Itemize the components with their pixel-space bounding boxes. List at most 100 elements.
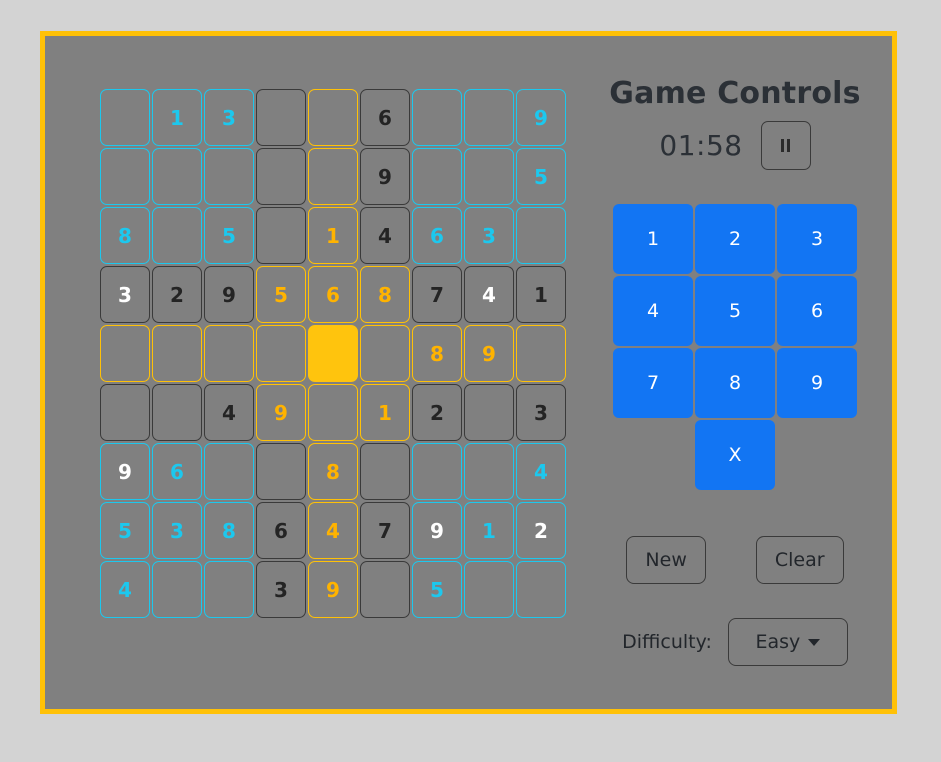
cell-r7-c1[interactable]: 9 bbox=[100, 443, 150, 500]
cell-r7-c5[interactable]: 8 bbox=[308, 443, 358, 500]
cell-r8-c5[interactable]: 4 bbox=[308, 502, 358, 559]
number-pad[interactable]: 123 456 789 bbox=[613, 204, 857, 418]
cell-r9-c5[interactable]: 9 bbox=[308, 561, 358, 618]
cell-r8-c8[interactable]: 1 bbox=[464, 502, 514, 559]
cell-r1-c1[interactable] bbox=[100, 89, 150, 146]
cell-r9-c2[interactable] bbox=[152, 561, 202, 618]
cell-r5-c2[interactable] bbox=[152, 325, 202, 382]
cell-r5-c4[interactable] bbox=[256, 325, 306, 382]
difficulty-value: Easy bbox=[755, 631, 801, 653]
cell-r4-c7[interactable]: 7 bbox=[412, 266, 462, 323]
numpad-key-2[interactable]: 2 bbox=[695, 204, 775, 274]
cell-r2-c1[interactable] bbox=[100, 148, 150, 205]
cell-r2-c2[interactable] bbox=[152, 148, 202, 205]
cell-r6-c4[interactable]: 9 bbox=[256, 384, 306, 441]
cell-r6-c8[interactable] bbox=[464, 384, 514, 441]
cell-r1-c5[interactable] bbox=[308, 89, 358, 146]
cell-r3-c3[interactable]: 5 bbox=[204, 207, 254, 264]
cell-r7-c2[interactable]: 6 bbox=[152, 443, 202, 500]
cell-r2-c7[interactable] bbox=[412, 148, 462, 205]
cell-r1-c8[interactable] bbox=[464, 89, 514, 146]
cell-r1-c6[interactable]: 6 bbox=[360, 89, 410, 146]
cell-r1-c4[interactable] bbox=[256, 89, 306, 146]
cell-r5-c3[interactable] bbox=[204, 325, 254, 382]
cell-r4-c6[interactable]: 8 bbox=[360, 266, 410, 323]
cell-r2-c4[interactable] bbox=[256, 148, 306, 205]
cell-r1-c9[interactable]: 9 bbox=[516, 89, 566, 146]
cell-r3-c1[interactable]: 8 bbox=[100, 207, 150, 264]
erase-button[interactable]: X bbox=[695, 420, 775, 490]
cell-r1-c7[interactable] bbox=[412, 89, 462, 146]
cell-r8-c6[interactable]: 7 bbox=[360, 502, 410, 559]
cell-r3-c4[interactable] bbox=[256, 207, 306, 264]
cell-r7-c4[interactable] bbox=[256, 443, 306, 500]
cell-r5-c9[interactable] bbox=[516, 325, 566, 382]
cell-r3-c7[interactable]: 6 bbox=[412, 207, 462, 264]
sudoku-board[interactable]: 1369958514633295687418949123968453864791… bbox=[99, 88, 567, 619]
new-game-button[interactable]: New bbox=[626, 536, 706, 584]
cell-r9-c3[interactable] bbox=[204, 561, 254, 618]
cell-r3-c8[interactable]: 3 bbox=[464, 207, 514, 264]
clear-button[interactable]: Clear bbox=[755, 536, 844, 584]
cell-r4-c5[interactable]: 6 bbox=[308, 266, 358, 323]
cell-r5-c6[interactable] bbox=[360, 325, 410, 382]
cell-r7-c9[interactable]: 4 bbox=[516, 443, 566, 500]
numpad-key-8[interactable]: 8 bbox=[695, 348, 775, 418]
pause-button[interactable] bbox=[760, 121, 811, 170]
cell-r8-c2[interactable]: 3 bbox=[152, 502, 202, 559]
cell-r3-c9[interactable] bbox=[516, 207, 566, 264]
numpad-key-5[interactable]: 5 bbox=[695, 276, 775, 346]
cell-r9-c1[interactable]: 4 bbox=[100, 561, 150, 618]
cell-r2-c9[interactable]: 5 bbox=[516, 148, 566, 205]
cell-r6-c5[interactable] bbox=[308, 384, 358, 441]
cell-r6-c9[interactable]: 3 bbox=[516, 384, 566, 441]
cell-r7-c3[interactable] bbox=[204, 443, 254, 500]
cell-r3-c2[interactable] bbox=[152, 207, 202, 264]
cell-r8-c7[interactable]: 9 bbox=[412, 502, 462, 559]
timer-row: 01:58 bbox=[605, 121, 865, 170]
cell-r1-c3[interactable]: 3 bbox=[204, 89, 254, 146]
numpad-key-1[interactable]: 1 bbox=[613, 204, 693, 274]
cell-r4-c3[interactable]: 9 bbox=[204, 266, 254, 323]
cell-r8-c9[interactable]: 2 bbox=[516, 502, 566, 559]
action-row: New Clear bbox=[605, 536, 865, 584]
cell-r9-c8[interactable] bbox=[464, 561, 514, 618]
numpad-key-4[interactable]: 4 bbox=[613, 276, 693, 346]
cell-r6-c2[interactable] bbox=[152, 384, 202, 441]
numpad-key-3[interactable]: 3 bbox=[777, 204, 857, 274]
cell-r5-c5[interactable] bbox=[308, 325, 358, 382]
cell-r2-c8[interactable] bbox=[464, 148, 514, 205]
cell-r7-c6[interactable] bbox=[360, 443, 410, 500]
cell-r4-c8[interactable]: 4 bbox=[464, 266, 514, 323]
cell-r2-c5[interactable] bbox=[308, 148, 358, 205]
cell-r5-c7[interactable]: 8 bbox=[412, 325, 462, 382]
cell-r8-c1[interactable]: 5 bbox=[100, 502, 150, 559]
cell-r6-c7[interactable]: 2 bbox=[412, 384, 462, 441]
cell-r8-c4[interactable]: 6 bbox=[256, 502, 306, 559]
cell-r5-c8[interactable]: 9 bbox=[464, 325, 514, 382]
difficulty-select[interactable]: Easy bbox=[727, 618, 848, 666]
cell-r6-c6[interactable]: 1 bbox=[360, 384, 410, 441]
numpad-key-7[interactable]: 7 bbox=[613, 348, 693, 418]
cell-r9-c6[interactable] bbox=[360, 561, 410, 618]
numpad-key-6[interactable]: 6 bbox=[777, 276, 857, 346]
cell-r6-c3[interactable]: 4 bbox=[204, 384, 254, 441]
cell-r4-c9[interactable]: 1 bbox=[516, 266, 566, 323]
cell-r3-c6[interactable]: 4 bbox=[360, 207, 410, 264]
cell-r7-c7[interactable] bbox=[412, 443, 462, 500]
cell-r4-c1[interactable]: 3 bbox=[100, 266, 150, 323]
cell-r2-c3[interactable] bbox=[204, 148, 254, 205]
cell-r3-c5[interactable]: 1 bbox=[308, 207, 358, 264]
cell-r7-c8[interactable] bbox=[464, 443, 514, 500]
cell-r6-c1[interactable] bbox=[100, 384, 150, 441]
numpad-key-9[interactable]: 9 bbox=[777, 348, 857, 418]
cell-r9-c4[interactable]: 3 bbox=[256, 561, 306, 618]
cell-r8-c3[interactable]: 8 bbox=[204, 502, 254, 559]
cell-r1-c2[interactable]: 1 bbox=[152, 89, 202, 146]
cell-r4-c4[interactable]: 5 bbox=[256, 266, 306, 323]
cell-r4-c2[interactable]: 2 bbox=[152, 266, 202, 323]
cell-r2-c6[interactable]: 9 bbox=[360, 148, 410, 205]
cell-r9-c9[interactable] bbox=[516, 561, 566, 618]
cell-r5-c1[interactable] bbox=[100, 325, 150, 382]
cell-r9-c7[interactable]: 5 bbox=[412, 561, 462, 618]
